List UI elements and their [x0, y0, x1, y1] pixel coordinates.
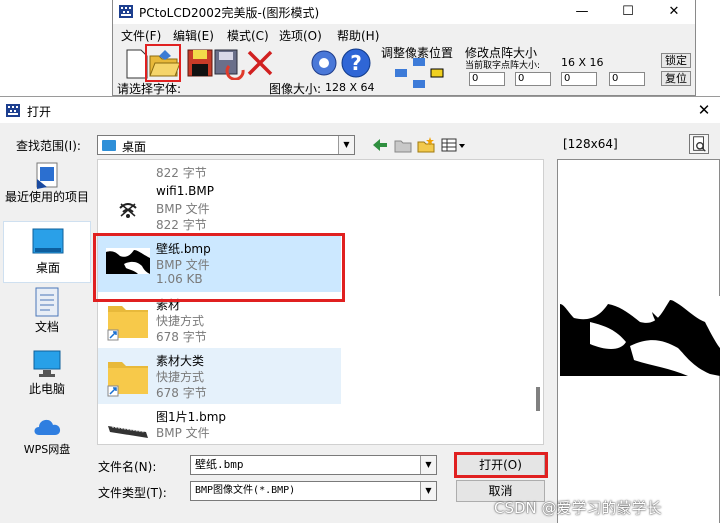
current-size-label: 当前取字点阵大小: [465, 61, 541, 71]
place-wps-cloud-label: WPS网盘 [23, 443, 71, 456]
file-type-value: BMP图像文件(*.BMP) [195, 485, 296, 496]
menu-bar: 文件(F) 编辑(E) 模式(C) 选项(O) 帮助(H) [113, 24, 695, 44]
file-type-label: 文件类型(T): [98, 486, 167, 500]
preview-size-label: [128x64] [563, 137, 618, 151]
wifi-bmp-thumbnail [119, 203, 137, 218]
view-menu-icon[interactable] [440, 135, 468, 155]
menu-help[interactable]: 帮助(H) [337, 27, 379, 44]
file-name: 素材大类 [156, 354, 205, 368]
svg-text:?: ? [350, 51, 362, 75]
list-item[interactable]: wifi1.BMP BMP 文件 822 字节 [98, 180, 341, 236]
file-size: 678 字节 [156, 386, 207, 400]
place-wps-cloud[interactable]: WPS网盘 [3, 407, 91, 469]
cloud-icon [34, 419, 61, 435]
lock-button[interactable]: 锁定 [661, 53, 691, 68]
menu-edit[interactable]: 编辑(E) [173, 27, 214, 44]
dialog-close-button[interactable]: ✕ [692, 100, 716, 120]
keyboard-bmp-thumbnail [108, 426, 148, 438]
chevron-down-icon[interactable]: ▼ [420, 456, 436, 474]
file-type: BMP 文件 [156, 202, 210, 216]
back-arrow-icon[interactable] [370, 135, 390, 155]
chevron-down-icon[interactable]: ▼ [420, 482, 436, 500]
list-item[interactable]: 素材大类 快捷方式 678 字节 [98, 348, 341, 404]
open-button-highlight [145, 44, 181, 82]
toolbar: ? 调整像素位置 修改点阵大小 当前取字点阵大小: 16 X 16 锁定 复位 … [113, 44, 695, 96]
place-desktop-label: 桌面 [35, 261, 60, 275]
computer-icon [33, 350, 61, 377]
desktop-folder-icon [102, 140, 116, 151]
restore-button[interactable]: 复位 [661, 71, 691, 86]
wallpaper-preview-image [560, 296, 720, 376]
watermark-text: CSDN @爱学习的蒙学长 [494, 499, 662, 517]
look-in-combobox[interactable]: 桌面 ▼ [97, 135, 355, 155]
app-logo-icon [6, 104, 20, 117]
help-icon[interactable]: ? [339, 46, 373, 80]
place-recent[interactable]: 最近使用的项目 [3, 159, 91, 221]
file-type: 快捷方式 [156, 314, 205, 328]
height-spin-input[interactable]: 0 [515, 72, 551, 86]
file-type: BMP 文件 [156, 426, 210, 440]
look-in-label: 查找范围(I): [16, 139, 81, 153]
delete-x-icon[interactable] [243, 46, 277, 80]
background-app-window: PCtoLCD2002完美版-(图形模式) — ☐ ✕ 文件(F) 编辑(E) … [112, 0, 696, 96]
recent-icon [36, 162, 58, 189]
dialog-title: 打开 [27, 105, 52, 119]
pixel-move-arrows-icon[interactable] [389, 58, 449, 88]
background-window-title: PCtoLCD2002完美版-(图形模式) [139, 6, 320, 20]
file-name-label: 文件名(N): [98, 460, 157, 474]
folder-shortcut-icon [107, 362, 148, 397]
minimize-button[interactable]: — [567, 2, 597, 22]
image-size-label: 图像大小: [269, 82, 322, 96]
place-recent-label: 最近使用的项目 [4, 190, 89, 204]
save-as-icon[interactable] [211, 46, 245, 80]
background-title-bar: PCtoLCD2002完美版-(图形模式) — ☐ ✕ [113, 0, 695, 24]
up-folder-icon[interactable] [393, 135, 413, 155]
new-folder-icon[interactable] [416, 135, 436, 155]
menu-file[interactable]: 文件(F) [121, 27, 161, 44]
place-desktop[interactable]: 桌面 [3, 221, 91, 283]
file-name-value: 壁纸.bmp [195, 458, 244, 471]
list-scrollbar-thumb[interactable] [536, 387, 540, 411]
place-documents-label: 文档 [34, 320, 59, 334]
file-type: 快捷方式 [156, 370, 205, 384]
file-name: 图1片1.bmp [156, 410, 227, 424]
file-name-input[interactable]: 壁纸.bmp ▼ [190, 455, 437, 475]
image-size-value: 128 X 64 [325, 81, 375, 94]
image-preview-pane [557, 159, 720, 523]
file-size: 822 字节 [156, 218, 207, 232]
file-name: wifi1.BMP [156, 184, 214, 198]
file-list[interactable]: 822 字节 wifi1.BMP BMP 文件 822 字节 壁纸.bmp BM… [97, 159, 544, 445]
list-item[interactable]: 图1片1.bmp BMP 文件 [98, 404, 341, 444]
documents-icon [35, 287, 59, 317]
selected-file-highlight [93, 233, 345, 302]
file-size: 678 字节 [156, 330, 207, 344]
places-bar: 最近使用的项目 桌面 文档 此电脑 WPS网盘 [3, 159, 91, 469]
place-this-pc-label: 此电脑 [28, 382, 65, 396]
open-file-dialog: 打开 ✕ 查找范围(I): 桌面 ▼ [128x64] 最近使用的项目 桌面 文… [0, 96, 720, 523]
dialog-title-bar: 打开 ✕ [0, 97, 720, 123]
offset-x-spin-input[interactable]: 0 [561, 72, 597, 86]
file-size: 822 字节 [156, 166, 207, 180]
menu-options[interactable]: 选项(O) [279, 27, 322, 44]
place-documents[interactable]: 文档 [3, 283, 91, 345]
font-select-label: 请选择字体: [117, 82, 182, 96]
desktop-icon [32, 228, 64, 254]
place-this-pc[interactable]: 此电脑 [3, 345, 91, 407]
app-logo-icon [119, 5, 133, 18]
open-button-highlight [454, 452, 548, 478]
close-window-button[interactable]: ✕ [659, 2, 689, 22]
width-spin-input[interactable]: 0 [469, 72, 505, 86]
gear-icon[interactable] [307, 46, 341, 80]
maximize-button[interactable]: ☐ [613, 2, 643, 22]
look-in-value: 桌面 [122, 140, 147, 154]
chevron-down-icon[interactable]: ▼ [338, 136, 354, 154]
menu-mode[interactable]: 模式(C) [227, 27, 269, 44]
offset-y-spin-input[interactable]: 0 [609, 72, 645, 86]
file-type-select[interactable]: BMP图像文件(*.BMP) ▼ [190, 481, 437, 501]
current-size-value: 16 X 16 [561, 56, 604, 69]
folder-shortcut-icon [107, 306, 148, 341]
preview-zoom-icon[interactable] [689, 134, 709, 154]
